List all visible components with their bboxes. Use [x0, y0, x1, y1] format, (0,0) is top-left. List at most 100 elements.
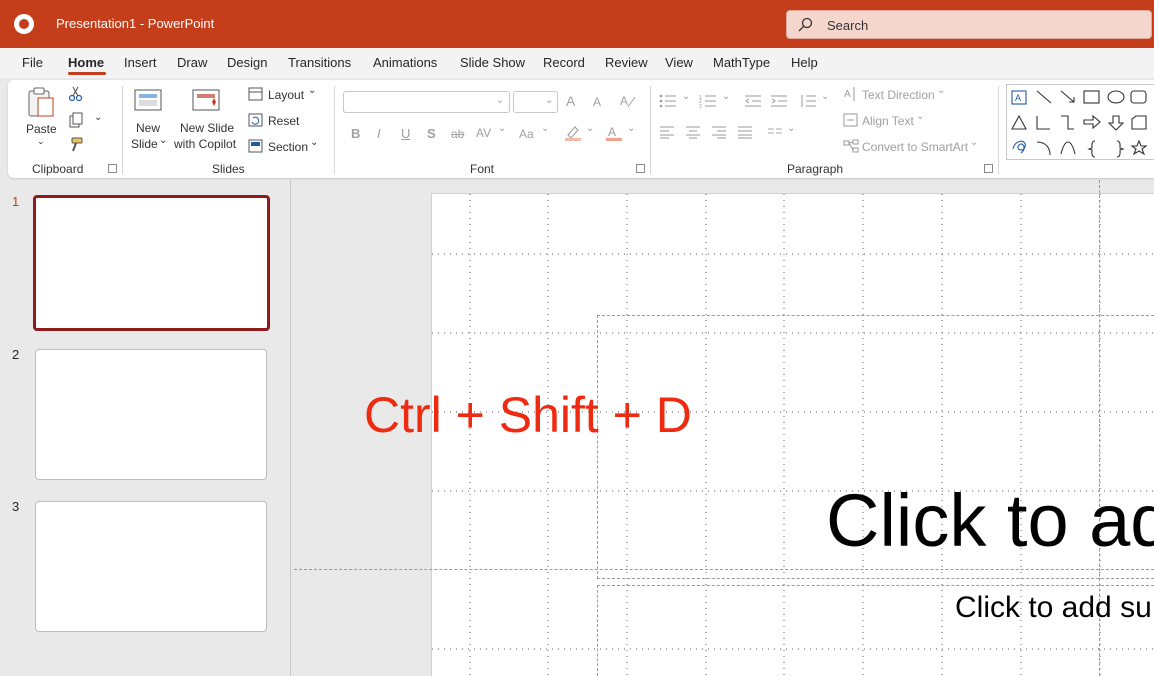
text-shadow-button[interactable]: S — [427, 126, 436, 141]
layout-icon[interactable] — [248, 87, 263, 101]
justify-icon[interactable] — [737, 126, 753, 139]
svg-text:A: A — [1015, 93, 1021, 103]
character-spacing-button[interactable]: AV — [476, 126, 491, 140]
new-slide-copilot-line1[interactable]: New Slide — [180, 121, 234, 135]
slide-thumbnail-3[interactable] — [35, 501, 267, 632]
slide-thumbnail-2[interactable] — [35, 349, 267, 480]
tab-draw[interactable]: Draw — [177, 55, 207, 70]
format-painter-icon[interactable] — [68, 137, 84, 153]
search-input[interactable]: Search — [827, 18, 868, 33]
new-slide-icon[interactable] — [133, 86, 163, 116]
change-case-button[interactable]: Aa — [519, 127, 534, 141]
chevron-down-icon[interactable]: ⌄ — [586, 123, 594, 134]
columns-icon[interactable] — [767, 127, 783, 139]
copy-icon[interactable] — [68, 112, 84, 128]
align-text-button[interactable]: Align Text — [862, 114, 914, 128]
layout-button[interactable]: Layout — [268, 88, 304, 102]
chevron-down-icon[interactable]: ⌄ — [541, 123, 549, 134]
chevron-down-icon[interactable]: ⌄ — [916, 111, 924, 122]
italic-button[interactable]: I — [377, 126, 381, 141]
font-color-icon[interactable]: A — [605, 124, 623, 142]
bold-button[interactable]: B — [351, 126, 360, 141]
line-spacing-icon[interactable] — [799, 94, 817, 108]
new-slide-line1[interactable]: New — [136, 121, 160, 135]
decrease-font-size-button[interactable]: A — [593, 95, 601, 109]
slide-thumbnail-1[interactable] — [33, 195, 270, 331]
tab-mathtype[interactable]: MathType — [713, 55, 770, 70]
clear-formatting-icon[interactable]: A — [619, 93, 637, 109]
tab-help[interactable]: Help — [791, 55, 818, 70]
align-right-icon[interactable] — [711, 126, 727, 139]
shortcut-overlay-text: Ctrl + Shift + D — [364, 387, 692, 443]
paste-icon[interactable] — [26, 86, 56, 118]
tab-insert[interactable]: Insert — [124, 55, 157, 70]
tab-record[interactable]: Record — [543, 55, 585, 70]
bullets-icon[interactable] — [659, 94, 677, 108]
increase-font-size-button[interactable]: A — [566, 93, 575, 109]
chevron-down-icon: ⌄ — [545, 95, 554, 106]
reset-icon[interactable] — [248, 113, 263, 127]
smartart-icon[interactable] — [843, 139, 859, 153]
clipboard-dialog-launcher-icon[interactable] — [108, 164, 117, 173]
convert-smartart-button[interactable]: Convert to SmartArt — [862, 140, 968, 154]
highlight-icon[interactable] — [564, 124, 582, 142]
tab-file[interactable]: File — [22, 55, 43, 70]
chevron-down-icon[interactable]: ⌄ — [627, 123, 635, 134]
increase-indent-icon[interactable] — [770, 94, 788, 108]
search-icon — [798, 17, 813, 32]
section-icon[interactable] — [248, 139, 263, 153]
new-slide-chevron-icon[interactable]: ⌄ — [159, 135, 167, 146]
new-slide-line2[interactable]: Slide — [131, 137, 158, 151]
layout-chevron-icon[interactable]: ⌄ — [308, 85, 316, 96]
copy-chevron-icon[interactable]: ⌄ — [94, 112, 102, 123]
decrease-indent-icon[interactable] — [744, 94, 762, 108]
tab-slide-show[interactable]: Slide Show — [460, 55, 525, 70]
section-button[interactable]: Section — [268, 140, 308, 154]
paragraph-dialog-launcher-icon[interactable] — [984, 164, 993, 173]
tab-animations[interactable]: Animations — [373, 55, 437, 70]
strikethrough-button[interactable]: ab — [451, 127, 464, 141]
svg-text:A: A — [608, 125, 616, 139]
slide-number: 2 — [12, 347, 20, 362]
chevron-down-icon[interactable]: ⌄ — [722, 91, 730, 102]
paste-button[interactable]: Paste — [26, 122, 57, 136]
title-placeholder-text[interactable]: Click to ad — [826, 478, 1154, 563]
rectangle-shape-icon — [1083, 90, 1100, 104]
text-direction-icon[interactable]: A — [843, 86, 857, 102]
align-text-icon[interactable] — [843, 113, 858, 127]
chevron-down-icon[interactable]: ⌄ — [498, 123, 506, 134]
svg-text:A: A — [844, 89, 851, 100]
svg-text:3: 3 — [699, 104, 702, 108]
title-bar: Presentation1 - PowerPoint Search — [0, 0, 1154, 48]
font-dialog-launcher-icon[interactable] — [636, 164, 645, 173]
tab-design[interactable]: Design — [227, 55, 267, 70]
oval-shape-icon — [1107, 90, 1125, 104]
subtitle-placeholder-text[interactable]: Click to add su — [955, 591, 1152, 625]
tab-transitions[interactable]: Transitions — [288, 55, 351, 70]
copilot-slide-icon[interactable] — [191, 86, 221, 116]
chevron-down-icon[interactable]: ⌄ — [821, 91, 829, 102]
shapes-gallery[interactable]: A — [1006, 84, 1154, 160]
paste-chevron-icon[interactable]: ⌄ — [37, 136, 45, 147]
font-size-dropdown[interactable]: ⌄ — [513, 91, 558, 113]
reset-button[interactable]: Reset — [268, 114, 299, 128]
tab-home[interactable]: Home — [68, 55, 104, 70]
new-slide-copilot-line2[interactable]: with Copilot — [174, 137, 236, 151]
cut-icon[interactable] — [68, 86, 84, 102]
font-name-dropdown[interactable]: ⌄ — [343, 91, 510, 113]
ribbon: Paste ⌄ ⌄ Clipboard New Slide ⌄ New Slid… — [8, 80, 1154, 178]
text-direction-button[interactable]: Text Direction — [862, 88, 935, 102]
chevron-down-icon[interactable]: ⌄ — [682, 91, 690, 102]
align-center-icon[interactable] — [685, 126, 701, 139]
underline-button[interactable]: U — [401, 126, 410, 141]
tab-view[interactable]: View — [665, 55, 693, 70]
search-box[interactable]: Search — [786, 10, 1152, 39]
align-left-icon[interactable] — [659, 126, 675, 139]
tab-review[interactable]: Review — [605, 55, 648, 70]
slide-number: 1 — [12, 194, 20, 209]
section-chevron-icon[interactable]: ⌄ — [310, 137, 318, 148]
chevron-down-icon[interactable]: ⌄ — [787, 123, 795, 134]
chevron-down-icon[interactable]: ⌄ — [970, 137, 978, 148]
chevron-down-icon[interactable]: ⌄ — [937, 85, 945, 96]
numbering-icon[interactable]: 1 2 3 — [699, 94, 717, 108]
